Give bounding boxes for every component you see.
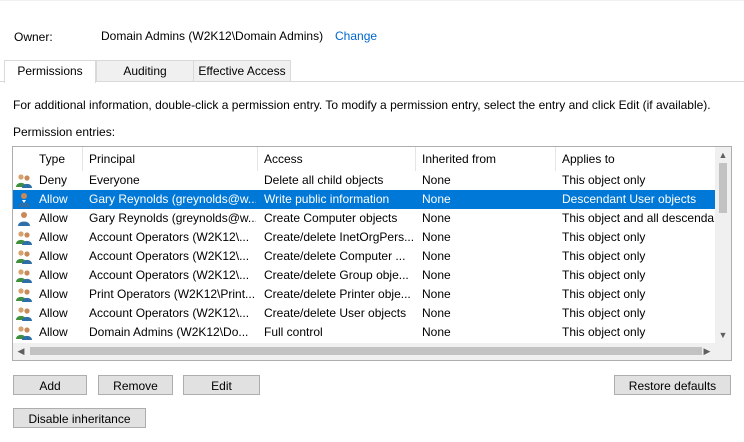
entry-principal-cell: Gary Reynolds (greynolds@w...	[89, 211, 256, 225]
permission-entry-row[interactable]: Deny Everyone Delete all child objects None…	[13, 171, 715, 190]
entry-applies-cell: Descendant User objects	[562, 192, 697, 206]
tab-divider	[0, 81, 744, 82]
permission-entry-row[interactable]: Allow Print Operators (W2K12\Print... Crea…	[13, 285, 715, 304]
vertical-scroll-thumb[interactable]	[719, 163, 727, 213]
restore-defaults-button[interactable]: Restore defaults	[614, 375, 731, 395]
remove-button[interactable]: Remove	[98, 375, 173, 395]
entry-applies-cell: This object only	[562, 325, 646, 339]
horizontal-scroll-thumb[interactable]	[30, 347, 702, 355]
group-icon	[16, 287, 32, 302]
permission-entries-label: Permission entries:	[13, 125, 116, 139]
entry-access-cell: Delete all child objects	[264, 173, 384, 187]
entry-applies-cell: This object only	[562, 306, 646, 320]
user-icon	[16, 192, 32, 207]
entry-applies-cell: This object only	[562, 287, 646, 301]
entry-access-cell: Create/delete Printer obje...	[264, 287, 411, 301]
entry-principal-cell: Account Operators (W2K12\...	[89, 230, 250, 244]
group-icon	[16, 268, 32, 283]
permission-entry-row[interactable]: Allow Account Operators (W2K12\... Create/…	[13, 228, 715, 247]
group-icon	[16, 306, 32, 321]
tab-effective-access[interactable]: Effective Access	[193, 60, 291, 81]
permission-entry-row[interactable]: Allow Account Operators (W2K12\... Create/…	[13, 266, 715, 285]
entry-principal-cell: Domain Admins (W2K12\Do...	[89, 325, 249, 339]
entry-access-cell: Full control	[264, 325, 323, 339]
entry-principal-cell: Print Operators (W2K12\Print...	[89, 287, 256, 301]
permission-entries-list[interactable]: Type Principal Access Inherited from App…	[12, 146, 732, 361]
entry-inherited-cell: None	[422, 211, 451, 225]
entry-type-cell: Allow	[39, 268, 68, 282]
column-header-applies-to[interactable]: Applies to	[556, 147, 715, 171]
entry-inherited-cell: None	[422, 230, 451, 244]
entry-applies-cell: This object only	[562, 268, 646, 282]
entry-type-cell: Allow	[39, 211, 68, 225]
owner-value: Domain Admins (W2K12\Domain Admins)	[101, 29, 324, 43]
entry-inherited-cell: None	[422, 173, 451, 187]
change-owner-link[interactable]: Change	[335, 29, 377, 43]
entry-inherited-cell: None	[422, 306, 451, 320]
entry-type-cell: Deny	[39, 173, 68, 187]
top-border	[0, 0, 744, 1]
entry-access-cell: Create/delete Computer ...	[264, 249, 406, 263]
tab-permissions[interactable]: Permissions	[4, 60, 96, 83]
entry-access-cell: Write public information	[264, 192, 390, 206]
column-header-access[interactable]: Access	[258, 147, 416, 171]
edit-button[interactable]: Edit	[183, 375, 260, 395]
entry-access-cell: Create/delete User objects	[264, 306, 407, 320]
entry-principal-cell: Account Operators (W2K12\...	[89, 306, 250, 320]
entry-type-cell: Allow	[39, 306, 68, 320]
entry-principal-cell: Gary Reynolds (greynolds@w...	[89, 192, 256, 206]
scroll-right-icon[interactable]: ▶	[699, 343, 715, 359]
column-header-inherited-from[interactable]: Inherited from	[416, 147, 556, 171]
permission-entry-row[interactable]: Allow Account Operators (W2K12\... Create/…	[13, 247, 715, 266]
vertical-scrollbar[interactable]: ▲ ▼	[715, 147, 731, 343]
entry-principal-cell: Everyone	[89, 173, 140, 187]
permission-entry-row[interactable]: Allow Domain Admins (W2K12\Do... Full cont…	[13, 323, 715, 342]
entry-inherited-cell: None	[422, 192, 451, 206]
group-icon	[16, 230, 32, 245]
entry-type-cell: Allow	[39, 325, 68, 339]
entry-applies-cell: This object only	[562, 230, 646, 244]
group-icon	[16, 173, 32, 188]
info-text: For additional information, double-click…	[13, 98, 711, 112]
entry-type-cell: Allow	[39, 192, 68, 206]
scroll-left-icon[interactable]: ◀	[13, 343, 29, 359]
column-header-principal[interactable]: Principal	[83, 147, 258, 171]
entry-principal-cell: Account Operators (W2K12\...	[89, 268, 250, 282]
owner-label: Owner:	[14, 30, 53, 44]
entry-access-cell: Create/delete Group obje...	[264, 268, 409, 282]
entry-type-cell: Allow	[39, 230, 68, 244]
entry-access-cell: Create Computer objects	[264, 211, 398, 225]
entry-inherited-cell: None	[422, 287, 451, 301]
group-icon	[16, 325, 32, 340]
entry-applies-cell: This object only	[562, 249, 646, 263]
permission-entry-row[interactable]: Allow Account Operators (W2K12\... Create/…	[13, 304, 715, 323]
scrollbar-corner	[715, 343, 731, 360]
entry-inherited-cell: None	[422, 325, 451, 339]
entry-type-cell: Allow	[39, 249, 68, 263]
entry-inherited-cell: None	[422, 249, 451, 263]
permission-entry-row[interactable]: Allow Gary Reynolds (greynolds@w... Create…	[13, 209, 715, 228]
disable-inheritance-button[interactable]: Disable inheritance	[13, 408, 146, 428]
entry-type-cell: Allow	[39, 287, 68, 301]
entry-applies-cell: This object only	[562, 173, 646, 187]
horizontal-scrollbar[interactable]: ◀ ▶	[13, 343, 715, 360]
entry-applies-cell: This object and all descendants	[562, 211, 715, 225]
group-icon	[16, 249, 32, 264]
scroll-up-icon[interactable]: ▲	[715, 147, 731, 163]
scroll-down-icon[interactable]: ▼	[715, 327, 731, 343]
entry-inherited-cell: None	[422, 268, 451, 282]
list-header: Type Principal Access Inherited from App…	[13, 147, 715, 171]
permission-entry-row[interactable]: Allow Gary Reynolds (greynolds@w... Write …	[13, 190, 715, 209]
user-icon	[16, 211, 32, 226]
entry-principal-cell: Account Operators (W2K12\...	[89, 249, 250, 263]
tab-auditing[interactable]: Auditing	[96, 60, 194, 81]
add-button[interactable]: Add	[13, 375, 87, 395]
entry-access-cell: Create/delete InetOrgPers...	[264, 230, 414, 244]
column-header-type[interactable]: Type	[33, 147, 83, 171]
